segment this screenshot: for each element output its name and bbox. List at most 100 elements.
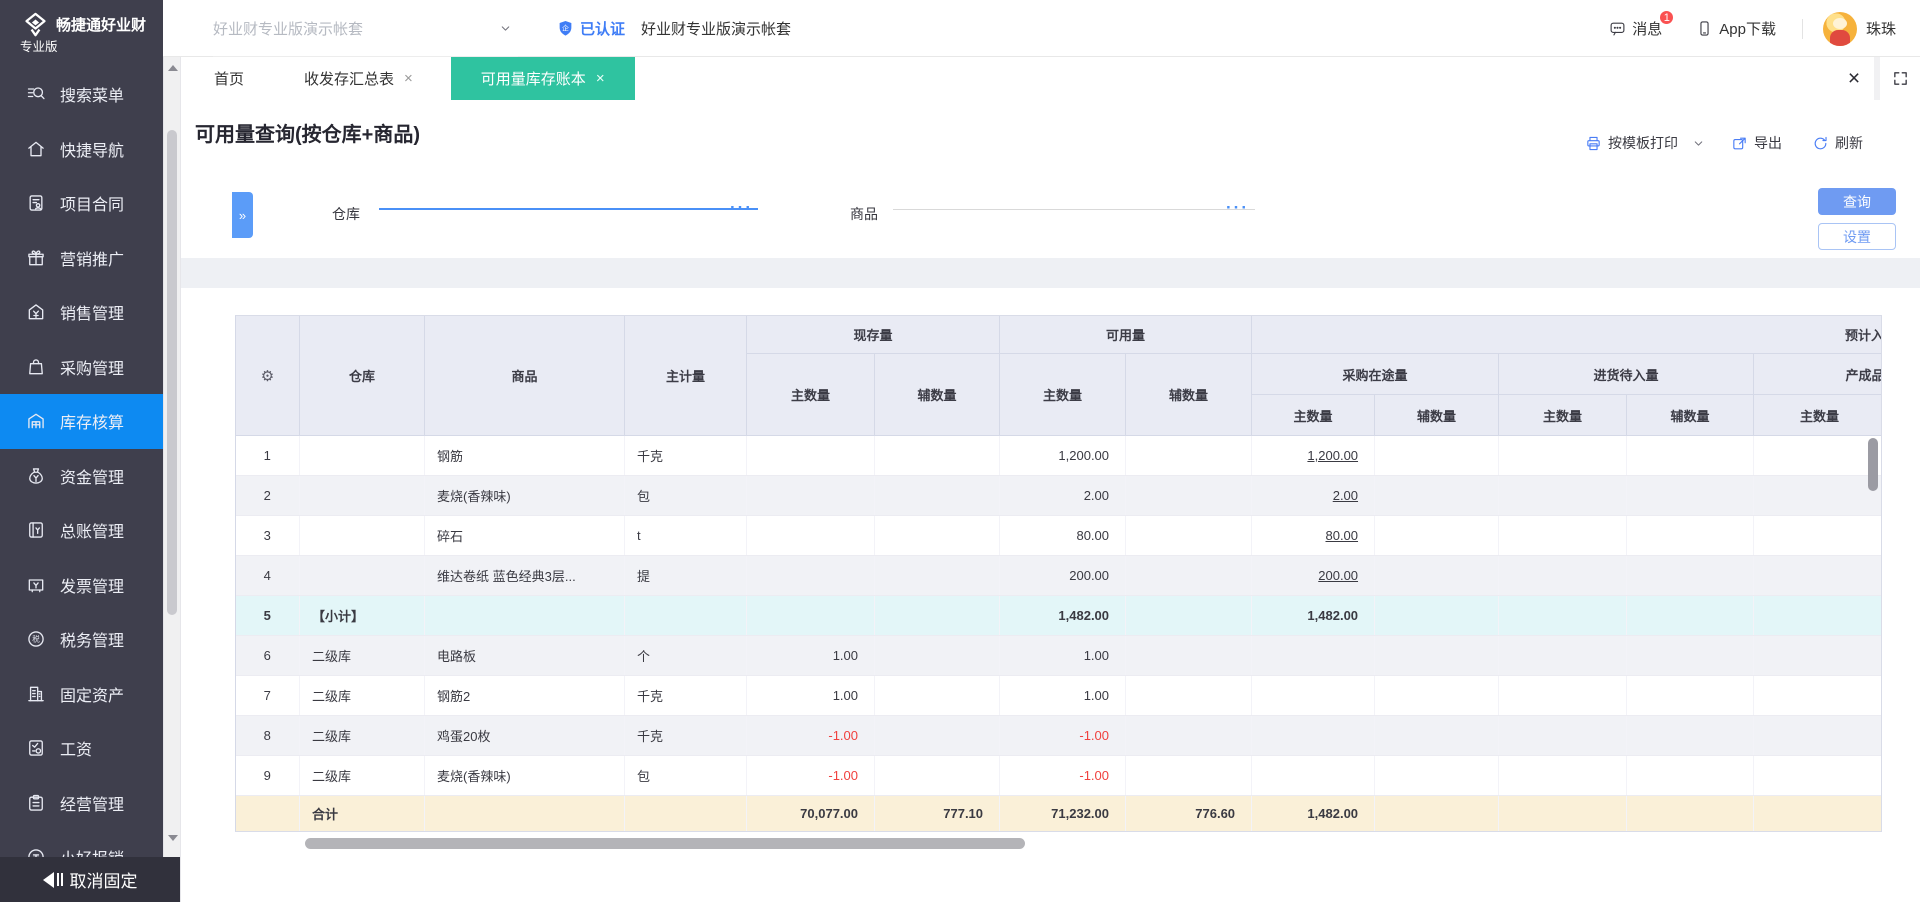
cell-product: 钢筋: [425, 436, 625, 476]
tab-close-icon[interactable]: ×: [404, 70, 413, 87]
chevron-down-icon[interactable]: [1692, 137, 1705, 150]
sidebar-item-payroll[interactable]: 工资: [0, 721, 163, 776]
table-row[interactable]: 9 二级库 麦烧(香辣味) 包 -1.00 -1.00: [236, 756, 1883, 796]
warehouse-picker-ellipsis-button[interactable]: ···: [730, 199, 753, 216]
tab-home[interactable]: 首页: [180, 57, 278, 100]
query-button[interactable]: 查询: [1818, 188, 1896, 215]
cell-empty: [1754, 516, 1882, 556]
gift-icon: [26, 248, 46, 268]
export-button[interactable]: 导出: [1731, 133, 1782, 153]
table-row[interactable]: 1 钢筋 千克 1,200.00 1,200.00: [236, 436, 1883, 476]
scroll-down-arrow-icon[interactable]: [168, 835, 178, 841]
product-filter-input[interactable]: [893, 180, 1255, 210]
table-vertical-scrollbar-thumb[interactable]: [1868, 438, 1878, 491]
product-picker-ellipsis-button[interactable]: ···: [1226, 199, 1249, 216]
sidebar-item-operations[interactable]: 经营管理: [0, 776, 163, 831]
settings-button[interactable]: 设置: [1818, 223, 1896, 250]
sidebar-item-marketing[interactable]: 营销推广: [0, 231, 163, 286]
table-row[interactable]: 6 二级库 电路板 个 1.00 1.00: [236, 636, 1883, 676]
warehouse-filter-input[interactable]: [379, 180, 758, 210]
sidebar-item-quick-nav[interactable]: 快捷导航: [0, 122, 163, 177]
sidebar-scrollbar[interactable]: [163, 57, 180, 857]
clipboard-icon: [26, 793, 46, 813]
cell-po-transit-main-link[interactable]: 80.00: [1252, 516, 1375, 556]
cell-po-transit-main-link[interactable]: 1,200.00: [1252, 436, 1375, 476]
cell-onhand-aux: [875, 476, 1000, 516]
table-row[interactable]: 3 碎石 t 80.00 80.00: [236, 516, 1883, 556]
cell-empty: [1627, 476, 1754, 516]
close-icon: ×: [1848, 68, 1860, 89]
close-page-button[interactable]: ×: [1834, 57, 1874, 100]
app-download-label: App下载: [1719, 18, 1776, 39]
scroll-up-arrow-icon[interactable]: [168, 65, 178, 71]
sidebar-item-label: 营销推广: [60, 246, 124, 270]
table-row[interactable]: 8 二级库 鸡蛋20枚 千克 -1.00 -1.00: [236, 716, 1883, 756]
sidebar-item-search-menu[interactable]: 搜索菜单: [0, 67, 163, 122]
cell-unit: t: [625, 516, 747, 556]
sidebar-item-fixed-assets[interactable]: 固定资产: [0, 667, 163, 722]
tab-label: 收发存汇总表: [304, 68, 394, 89]
table-row[interactable]: 7 二级库 钢筋2 千克 1.00 1.00: [236, 676, 1883, 716]
user-menu[interactable]: 珠珠: [1823, 12, 1896, 46]
cell-po-transit-main: 1,482.00: [1252, 596, 1375, 636]
refresh-button[interactable]: 刷新: [1812, 133, 1863, 153]
cell-po-transit-main-link[interactable]: 200.00: [1252, 556, 1375, 596]
cell-empty: [425, 796, 625, 832]
app-download-button[interactable]: App下载: [1696, 18, 1776, 39]
sidebar-item-general-ledger[interactable]: 总账管理: [0, 503, 163, 558]
sidebar-item-purchase[interactable]: 采购管理: [0, 340, 163, 395]
print-by-template-button[interactable]: 按模板打印: [1585, 133, 1678, 153]
table-horizontal-scrollbar-thumb[interactable]: [305, 838, 1025, 849]
cell-empty: [1499, 756, 1627, 796]
cell-empty: [625, 796, 747, 832]
sidebar-item-sales[interactable]: 销售管理: [0, 285, 163, 340]
cell-onhand-main: -1.00: [747, 756, 875, 796]
app-window: 好业财专业版演示帐套 企 已认证 好业财专业版演示帐套 消息 1 App下载 珠…: [0, 0, 1920, 902]
cell-row-no: 2: [236, 476, 300, 516]
sidebar-item-inventory-accounting[interactable]: 库存核算: [0, 394, 163, 449]
sidebar-item-tax[interactable]: 税 税务管理: [0, 612, 163, 667]
sidebar-item-project-contract[interactable]: 项目合同: [0, 176, 163, 231]
cell-available-main: 2.00: [1000, 476, 1126, 516]
cell-empty: [1627, 556, 1754, 596]
cell-warehouse: 【小计】: [300, 596, 425, 636]
brand-logo-block: 畅捷通好业财 专业版: [0, 0, 163, 57]
cell-total-available-aux: 776.60: [1126, 796, 1252, 832]
cell-available-main: 80.00: [1000, 516, 1126, 556]
cell-available-main: 1,200.00: [1000, 436, 1126, 476]
sidebar-item-label: 经营管理: [60, 791, 124, 815]
cell-onhand-main: [747, 476, 875, 516]
messages-label: 消息: [1632, 18, 1662, 39]
messages-button[interactable]: 消息 1: [1609, 18, 1662, 39]
sidebar-item-label: 采购管理: [60, 355, 124, 379]
tab-inout-summary[interactable]: 收发存汇总表 ×: [278, 57, 439, 100]
cell-empty: [1627, 596, 1754, 636]
table-row-subtotal[interactable]: 5 【小计】 1,482.00 1,482.00: [236, 596, 1883, 636]
account-set-selector[interactable]: 好业财专业版演示帐套: [213, 0, 518, 57]
table-row[interactable]: 4 维达卷纸 蓝色经典3层... 提 200.00 200.00: [236, 556, 1883, 596]
table-row[interactable]: 2 麦烧(香辣味) 包 2.00 2.00: [236, 476, 1883, 516]
fullscreen-button[interactable]: [1880, 57, 1920, 100]
sidebar-scrollbar-thumb[interactable]: [167, 130, 177, 615]
tab-close-icon[interactable]: ×: [596, 70, 605, 87]
cell-empty: [1754, 556, 1882, 596]
unpin-sidebar-button[interactable]: 取消固定: [0, 857, 180, 902]
cell-empty: [1499, 796, 1627, 832]
sidebar-item-funds[interactable]: 资金管理: [0, 449, 163, 504]
warehouse-filter-label: 仓库: [332, 204, 360, 224]
col-header-product: 商品: [425, 316, 625, 436]
col-header-main-qty: 主数量: [1499, 395, 1627, 436]
sidebar-item-invoice[interactable]: 发票管理: [0, 558, 163, 613]
tab-available-qty-ledger[interactable]: 可用量库存账本 ×: [451, 57, 635, 100]
unpin-bars-icon: [57, 873, 63, 886]
cell-unit: 千克: [625, 676, 747, 716]
cell-total-label: 合计: [300, 796, 425, 832]
cell-empty: [1499, 516, 1627, 556]
filter-expander-button[interactable]: »: [232, 192, 253, 238]
cell-available-main: 1.00: [1000, 636, 1126, 676]
col-header-aux-qty: 辅数量: [1126, 354, 1252, 436]
cell-po-transit-main-link[interactable]: 2.00: [1252, 476, 1375, 516]
sidebar-item-label: 快捷导航: [60, 137, 124, 161]
gear-icon[interactable]: ⚙: [261, 368, 274, 385]
sidebar-item-label: 工资: [60, 736, 92, 760]
